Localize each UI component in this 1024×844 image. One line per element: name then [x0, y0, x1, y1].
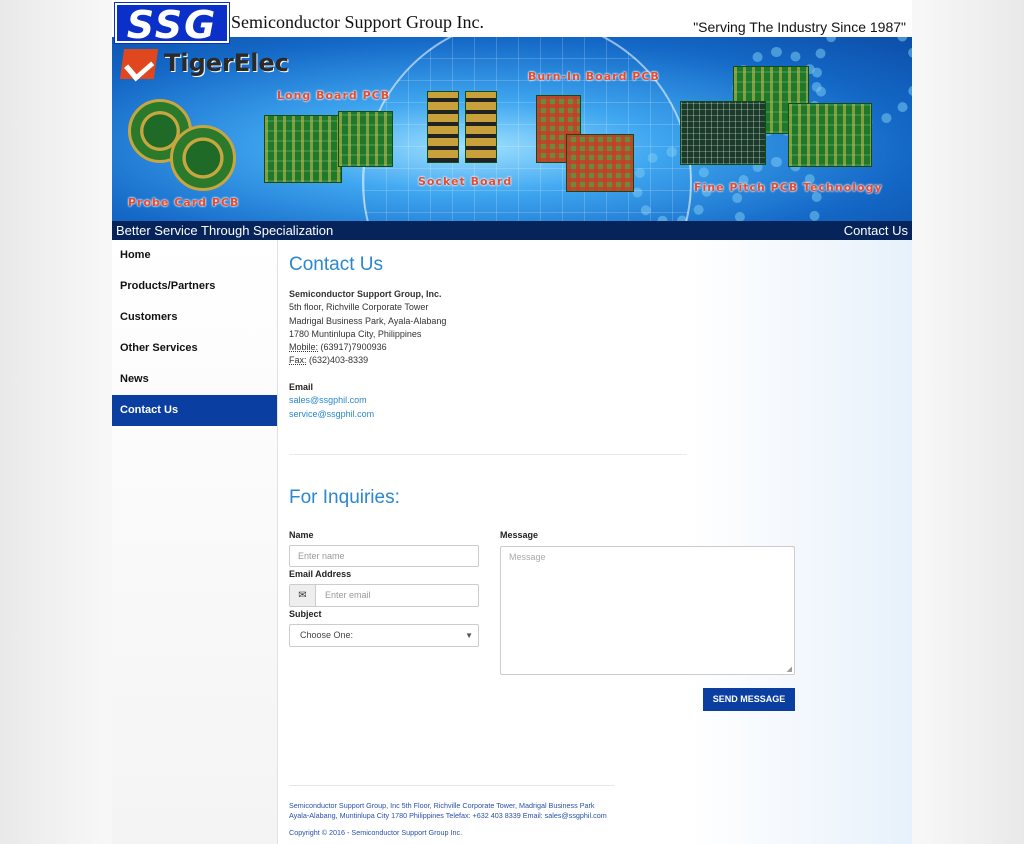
caret-down-icon: ▼ [465, 631, 473, 640]
company-name: Semiconductor Support Group Inc. [231, 12, 484, 32]
sidebar-nav: Home Products/Partners Customers Other S… [112, 240, 278, 844]
banner-label-burn-in: Burn-In Board PCB [528, 70, 660, 83]
tigerelec-logo: TigerElec [119, 49, 312, 79]
message-label: Message [500, 530, 539, 540]
long-board-image [338, 111, 393, 167]
page-title: Contact Us [289, 254, 383, 275]
message-textarea[interactable]: Message ◢ [500, 546, 795, 675]
socket-board-image [427, 91, 459, 163]
send-message-button[interactable]: SEND MESSAGE [703, 688, 795, 711]
company-name-text: Semiconductor Support Group, Inc. [289, 289, 442, 299]
message-placeholder: Message [509, 552, 546, 562]
email-input-group[interactable]: ✉ Enter email [289, 584, 479, 607]
banner-label-fine-pitch: Fine Pitch PCB Technology [694, 181, 883, 194]
email-link-service[interactable]: service@ssgphil.com [289, 408, 374, 421]
fax-line: Fax: (632)403-8339 [289, 354, 446, 367]
main-content: Contact Us Semiconductor Support Group, … [278, 240, 912, 844]
fine-pitch-image [788, 103, 872, 167]
name-label: Name [289, 530, 314, 540]
footer-divider [289, 785, 614, 786]
email-block: Email sales@ssgphil.com service@ssgphil.… [289, 381, 374, 421]
subject-select[interactable]: Choose One: ▼ [289, 624, 479, 647]
ssg-logo[interactable]: SSG [115, 3, 229, 45]
header: SSG Semiconductor Support Group Inc. "Se… [112, 0, 912, 45]
socket-board-image [465, 91, 497, 163]
email-link-sales[interactable]: sales@ssgphil.com [289, 394, 374, 407]
envelope-icon: ✉ [290, 585, 316, 606]
footer-address-line: Semiconductor Support Group, Inc 5th Flo… [289, 801, 595, 810]
header-banner: TigerElec Probe Card PCB Long Board PCB … [112, 37, 912, 221]
current-page-label: Contact Us [843, 223, 908, 238]
probe-card-image [170, 125, 236, 191]
fine-pitch-image [680, 101, 766, 165]
name-input[interactable]: Enter name [289, 545, 479, 567]
page-container: SSG Semiconductor Support Group Inc. "Se… [112, 0, 912, 844]
inquiries-title: For Inquiries: [289, 487, 400, 508]
mobile-line: Mobile: (63917)7900936 [289, 341, 446, 354]
resize-grip-icon[interactable]: ◢ [787, 665, 792, 673]
banner-label-socket: Socket Board [418, 175, 513, 188]
long-board-image [264, 115, 342, 183]
sidebar-item-products-partners[interactable]: Products/Partners [112, 271, 277, 302]
email-address-label: Email Address [289, 569, 352, 579]
globe-graphic [362, 37, 692, 221]
banner-label-long-board: Long Board PCB [277, 89, 391, 102]
footer-address-line: Ayala-Alabang, Muntinlupa City 1780 Phil… [289, 811, 607, 820]
burn-in-board-image [566, 134, 634, 192]
subject-label: Subject [289, 609, 322, 619]
tagline-strip: Better Service Through Specialization Co… [112, 221, 912, 240]
address-line: 5th floor, Richville Corporate Tower [289, 302, 429, 313]
sidebar-item-other-services[interactable]: Other Services [112, 333, 277, 364]
email-heading: Email [289, 382, 314, 392]
sidebar-item-news[interactable]: News [112, 364, 277, 395]
address-block: Semiconductor Support Group, Inc. 5th fl… [289, 288, 446, 368]
tagline: Better Service Through Specialization [116, 223, 334, 238]
fax-label: Fax: [289, 355, 307, 366]
sidebar-item-contact-us[interactable]: Contact Us [112, 395, 277, 426]
sidebar-item-customers[interactable]: Customers [112, 302, 277, 333]
fax-number: (632)403-8339 [309, 355, 369, 366]
tigerelec-text: TigerElec [164, 49, 290, 77]
address-line: Madrigal Business Park, Ayala-Alabang [289, 315, 447, 326]
address-line: 1780 Muntinlupa City, Philippines [289, 328, 422, 339]
sidebar-item-home[interactable]: Home [112, 240, 277, 271]
email-input[interactable]: Enter email [325, 585, 371, 606]
mobile-label: Mobile: [289, 342, 319, 353]
slogan: "Serving The Industry Since 1987" [693, 19, 906, 35]
banner-label-probe: Probe Card PCB [128, 196, 240, 209]
divider [289, 454, 687, 455]
footer-address: Semiconductor Support Group, Inc 5th Flo… [289, 801, 607, 821]
subject-select-value: Choose One: [300, 630, 354, 640]
mobile-number: (63917)7900936 [320, 342, 387, 353]
tiger-mark-icon [119, 49, 159, 79]
copyright: Copyright © 2016 - Semiconductor Support… [289, 828, 463, 837]
